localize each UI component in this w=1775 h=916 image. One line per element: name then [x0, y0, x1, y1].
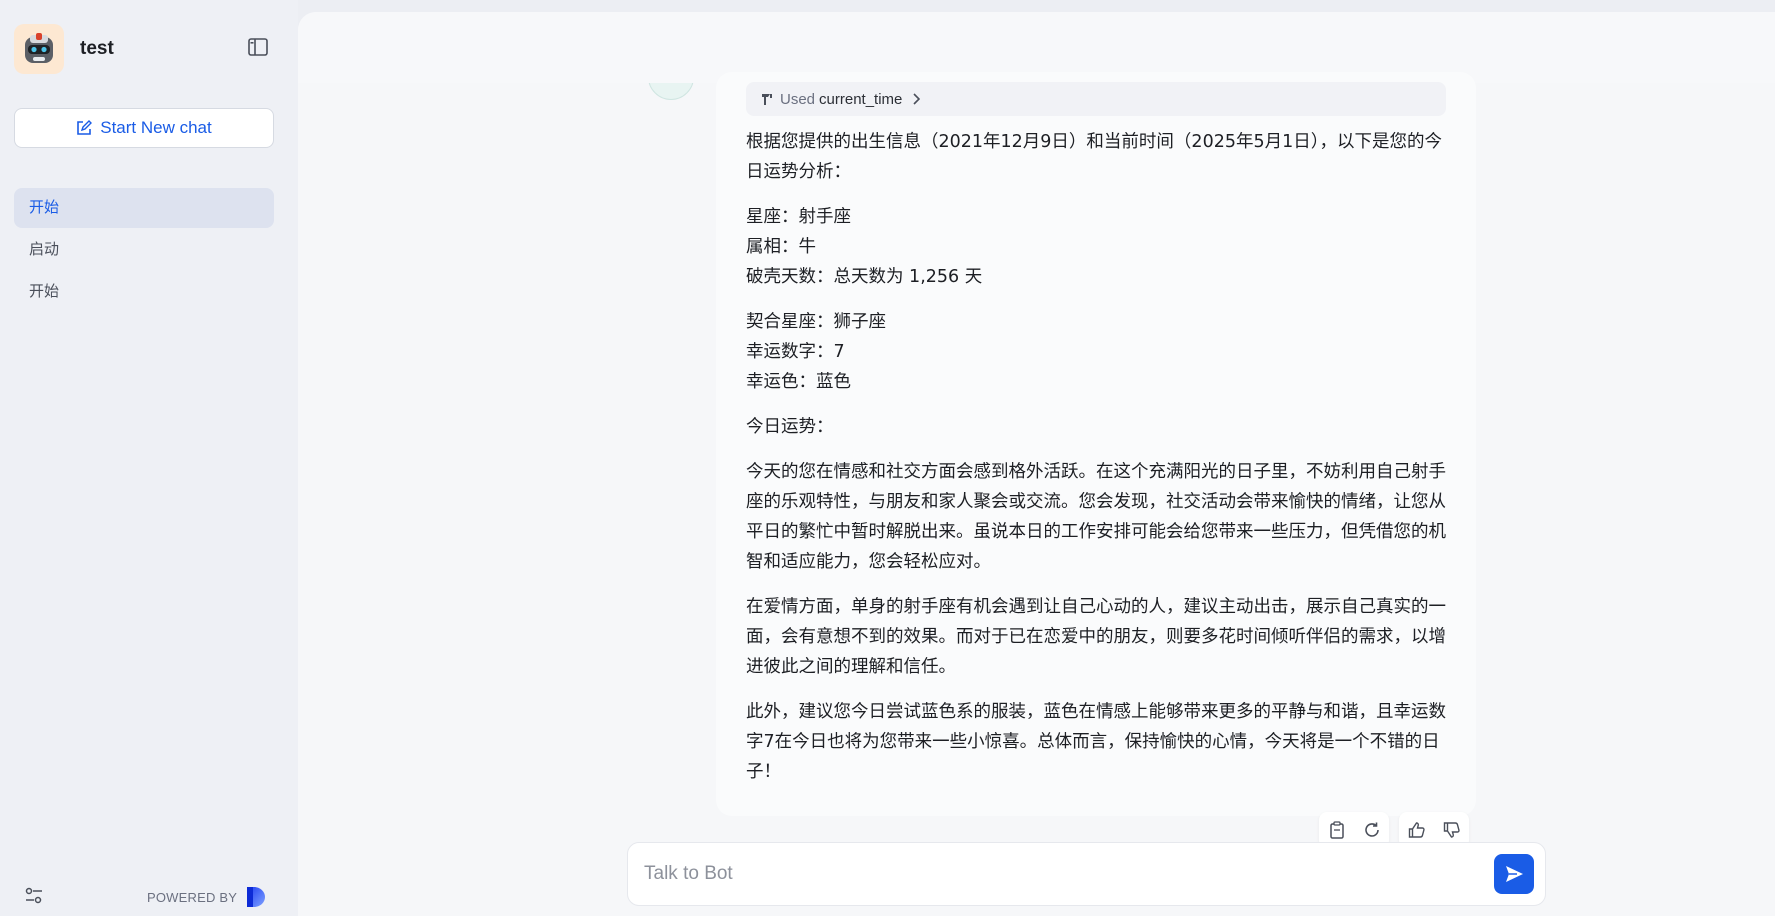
bot-header: test — [14, 24, 114, 74]
message-content: 根据您提供的出生信息（2021年12月9日）和当前时间（2025年5月1日），以… — [746, 127, 1446, 802]
message-paragraph: 根据您提供的出生信息（2021年12月9日）和当前时间（2025年5月1日），以… — [746, 132, 1442, 182]
bot-message-bubble: Used current_time 根据您提供的出生信息（2021年12月9日）… — [716, 72, 1476, 816]
start-new-chat-button[interactable]: Start New chat — [14, 108, 274, 148]
message-paragraph: 契合星座：狮子座 幸运数字：7 幸运色：蓝色 — [746, 312, 886, 392]
bot-name: test — [80, 38, 114, 59]
chevron-right-icon — [913, 93, 921, 105]
conversation-item[interactable]: 开始 — [14, 188, 274, 228]
message-paragraph: 星座：射手座 属相：牛 破壳天数：总天数为 1,256 天 — [746, 207, 983, 287]
chat-area: Used current_time 根据您提供的出生信息（2021年12月9日）… — [298, 12, 1775, 916]
conversation-list: 开始 启动 开始 — [14, 188, 274, 314]
send-icon — [1506, 866, 1523, 882]
sidebar-collapse-icon[interactable] — [248, 38, 270, 58]
thumbs-up-icon[interactable] — [1405, 818, 1429, 842]
powered-by: POWERED BY — [147, 885, 267, 909]
tool-used-prefix: Used — [780, 90, 816, 108]
copy-icon[interactable] — [1325, 818, 1349, 842]
send-button[interactable] — [1494, 854, 1534, 894]
conversation-item[interactable]: 启动 — [14, 230, 274, 270]
message-input[interactable] — [644, 843, 1464, 905]
tool-used-indicator[interactable]: Used current_time — [746, 82, 1446, 116]
bot-avatar-icon — [14, 24, 64, 74]
message-paragraph: 今天的您在情感和社交方面会感到格外活跃。在这个充满阳光的日子里，不妨利用自己射手… — [746, 462, 1446, 572]
message-paragraph: 此外，建议您今日尝试蓝色系的服装，蓝色在情感上能够带来更多的平静与和谐，且幸运数… — [746, 702, 1446, 782]
message-composer — [627, 842, 1546, 906]
powered-by-label: POWERED BY — [147, 889, 238, 905]
edit-icon — [77, 120, 93, 135]
tool-icon — [762, 94, 772, 105]
thumbs-down-icon[interactable] — [1440, 818, 1464, 842]
message-paragraph: 今日运势： — [746, 417, 834, 437]
message-paragraph: 在爱情方面，单身的射手座有机会遇到让自己心动的人，建议主动出击，展示自己真实的一… — [746, 597, 1446, 677]
coze-logo-icon — [247, 887, 266, 907]
tool-name: current_time — [819, 90, 903, 108]
sidebar: test Start New chat 开始 启动 开始 POWERED BY — [0, 0, 298, 916]
start-new-chat-label: Start New chat — [100, 118, 212, 137]
conversation-item[interactable]: 开始 — [14, 272, 274, 312]
settings-sliders-icon[interactable] — [24, 886, 44, 906]
regenerate-icon[interactable] — [1360, 818, 1384, 842]
